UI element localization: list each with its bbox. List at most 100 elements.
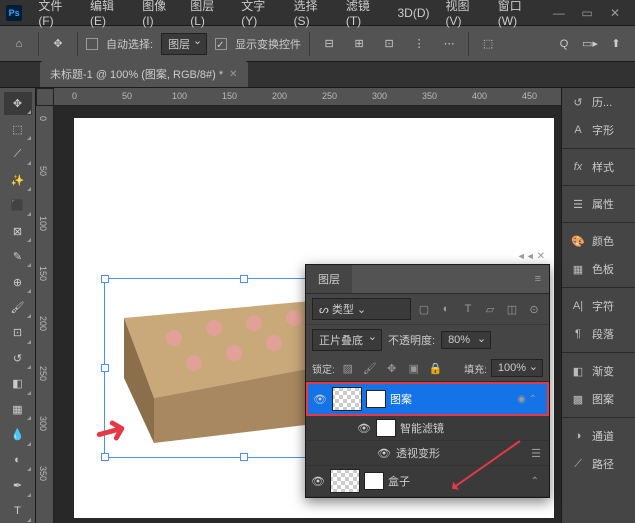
visibility-toggle[interactable]: 👁 <box>310 473 326 489</box>
marquee-tool[interactable]: ⬚ <box>4 117 32 140</box>
filter-smart-icon[interactable]: ◫ <box>503 300 521 318</box>
align-icon-2[interactable]: ⊞ <box>348 33 370 55</box>
panel-collapse-icon[interactable]: ◄◄ <box>517 251 535 262</box>
panel-color[interactable]: 🎨颜色 <box>562 227 635 255</box>
menu-view[interactable]: 视图(V) <box>437 0 489 28</box>
panel-paths[interactable]: ⟋路径 <box>562 450 635 478</box>
panel-swatches[interactable]: ▦色板 <box>562 255 635 283</box>
pen-tool[interactable]: ✒ <box>4 474 32 497</box>
menu-filter[interactable]: 滤镜(T) <box>338 0 390 28</box>
transform-handle-nw[interactable] <box>101 275 109 283</box>
filter-pixel-icon[interactable]: ▢ <box>415 300 433 318</box>
maximize-button[interactable]: ▭ <box>573 3 601 23</box>
layer-smart-filters[interactable]: 👁 智能滤镜 <box>306 416 549 441</box>
panel-patterns[interactable]: ▩图案 <box>562 385 635 413</box>
layers-panel[interactable]: ◄◄ ✕ 图层 ≡ ᔕ 类型 ⌄ ▢ ◐ T ▱ ◫ ⊙ 正片叠底 不透明度: … <box>305 264 550 498</box>
panel-styles[interactable]: fx样式 <box>562 153 635 181</box>
brush-tool[interactable]: 🖌 <box>4 296 32 319</box>
panel-history[interactable]: ↺历... <box>562 88 635 116</box>
menu-window[interactable]: 窗口(W) <box>490 0 545 28</box>
home-icon[interactable]: ⌂ <box>8 33 30 55</box>
transform-handle-w[interactable] <box>101 364 109 372</box>
workspace-icon[interactable]: ▭▸ <box>579 33 601 55</box>
layers-tab[interactable]: 图层 <box>306 265 352 293</box>
stamp-tool[interactable]: ⊡ <box>4 321 32 344</box>
visibility-toggle[interactable]: 👁 <box>356 420 372 436</box>
filter-mask-thumbnail[interactable] <box>376 419 396 437</box>
panel-channels[interactable]: ◑通道 <box>562 422 635 450</box>
menu-type[interactable]: 文字(Y) <box>233 0 285 28</box>
menu-layer[interactable]: 图层(L) <box>182 0 233 28</box>
layer-mask-thumbnail[interactable] <box>364 472 384 490</box>
visibility-toggle[interactable]: 👁 <box>312 391 328 407</box>
lock-all-icon[interactable]: 🔒 <box>427 359 445 377</box>
show-transform-checkbox[interactable]: 显示变换控件 <box>215 36 301 52</box>
lock-pixels-icon[interactable]: 🖌 <box>361 359 379 377</box>
panel-properties[interactable]: ☰属性 <box>562 190 635 218</box>
blur-tool[interactable]: 💧 <box>4 423 32 446</box>
layer-pattern[interactable]: 👁 图案 ◉ ⌃ <box>306 382 549 416</box>
filter-settings-icon[interactable]: ☰ <box>527 444 545 462</box>
document-tab[interactable]: 未标题-1 @ 100% (图案, RGB/8#) * ✕ <box>40 61 248 87</box>
layer-thumbnail[interactable] <box>332 387 362 411</box>
panel-menu-icon[interactable]: ≡ <box>527 269 549 289</box>
layer-box[interactable]: 👁 盒子 ⌃ <box>306 466 549 497</box>
lock-artboard-icon[interactable]: ▣ <box>405 359 423 377</box>
history-brush-tool[interactable]: ↺ <box>4 347 32 370</box>
eraser-tool[interactable]: ◧ <box>4 372 32 395</box>
minimize-button[interactable]: — <box>545 3 573 23</box>
move-tool[interactable]: ✥ <box>4 92 32 115</box>
frame-tool[interactable]: ⊠ <box>4 219 32 242</box>
smart-object-badge[interactable]: ◉ ⌃ <box>517 394 543 405</box>
panel-paragraph[interactable]: ¶段落 <box>562 320 635 348</box>
layer-mask-thumbnail[interactable] <box>366 390 386 408</box>
more-icon[interactable]: ⋯ <box>438 33 460 55</box>
lock-position-icon[interactable]: ✥ <box>383 359 401 377</box>
align-icon-3[interactable]: ⊡ <box>378 33 400 55</box>
expand-icon[interactable]: ⌃ <box>531 476 545 487</box>
filter-adjust-icon[interactable]: ◐ <box>437 300 455 318</box>
transform-handle-n[interactable] <box>240 275 248 283</box>
move-tool-icon[interactable]: ✥ <box>47 33 69 55</box>
ruler-vertical[interactable]: 0 50 100 150 200 250 300 350 <box>36 106 54 523</box>
healing-tool[interactable]: ⊕ <box>4 270 32 293</box>
layer-thumbnail[interactable] <box>330 469 360 493</box>
filter-shape-icon[interactable]: ▱ <box>481 300 499 318</box>
transform-handle-s[interactable] <box>240 453 248 461</box>
opacity-input[interactable]: 80% <box>441 331 491 349</box>
filter-type-dropdown[interactable]: ᔕ 类型 ⌄ <box>312 298 411 320</box>
3d-mode-icon[interactable]: ⬚ <box>477 33 499 55</box>
tab-close-icon[interactable]: ✕ <box>229 69 237 80</box>
auto-select-checkbox[interactable]: 自动选择: <box>86 36 153 52</box>
search-icon[interactable]: Q <box>553 33 575 55</box>
lasso-tool[interactable]: ⟋ <box>4 143 32 166</box>
align-icon[interactable]: ⊟ <box>318 33 340 55</box>
panel-character[interactable]: A|字符 <box>562 292 635 320</box>
blend-mode-dropdown[interactable]: 正片叠底 <box>312 329 382 351</box>
close-button[interactable]: ✕ <box>601 3 629 23</box>
ruler-horizontal[interactable]: 0 50 100 150 200 250 300 350 400 450 <box>54 88 561 106</box>
distribute-icon[interactable]: ⋮ <box>408 33 430 55</box>
auto-select-dropdown[interactable]: 图层 <box>161 33 207 55</box>
panel-gradients[interactable]: ◧渐变 <box>562 357 635 385</box>
fill-input[interactable]: 100% <box>491 359 543 377</box>
lock-transparent-icon[interactable]: ▨ <box>339 359 357 377</box>
magic-wand-tool[interactable]: ✨ <box>4 168 32 191</box>
panel-close-icon[interactable]: ✕ <box>537 251 545 262</box>
panel-glyphs[interactable]: A字形 <box>562 116 635 144</box>
menu-edit[interactable]: 编辑(E) <box>82 0 134 28</box>
filter-type-icon[interactable]: T <box>459 300 477 318</box>
crop-tool[interactable]: ⬛ <box>4 194 32 217</box>
visibility-toggle[interactable]: 👁 <box>376 445 392 461</box>
menu-select[interactable]: 选择(S) <box>286 0 338 28</box>
filter-toggle[interactable]: ⊙ <box>525 300 543 318</box>
layer-name[interactable]: 图案 <box>390 391 513 407</box>
share-icon[interactable]: ⬆ <box>605 33 627 55</box>
gradient-tool[interactable]: ▦ <box>4 398 32 421</box>
ruler-corner[interactable] <box>36 88 54 106</box>
dodge-tool[interactable]: ◐ <box>4 449 32 472</box>
menu-image[interactable]: 图像(I) <box>134 0 182 28</box>
eyedropper-tool[interactable]: ✎ <box>4 245 32 268</box>
type-tool[interactable]: T <box>4 500 32 523</box>
menu-3d[interactable]: 3D(D) <box>389 6 437 20</box>
